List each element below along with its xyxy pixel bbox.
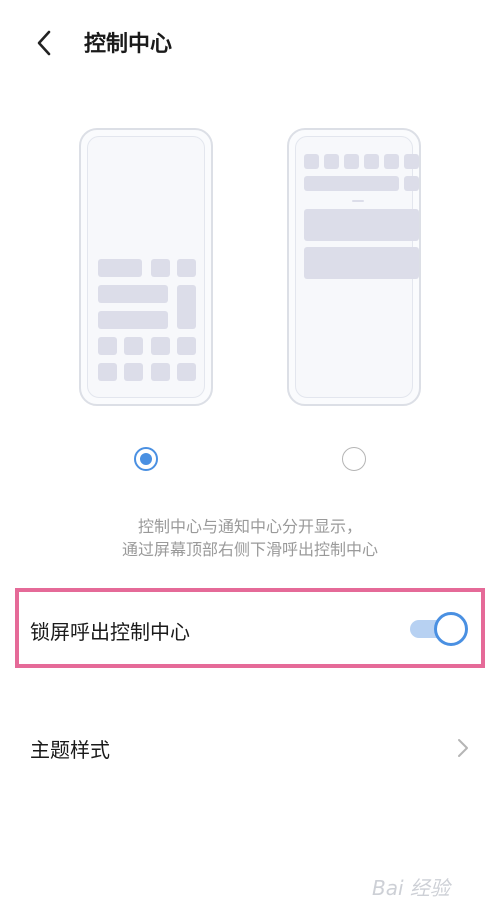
preview-tile <box>151 259 170 277</box>
preview-tile <box>98 259 142 277</box>
preview-tile <box>364 154 379 169</box>
preview-tile <box>98 311 168 329</box>
header-bar: 控制中心 <box>0 0 500 90</box>
chevron-right-icon[interactable] <box>456 736 470 760</box>
preview-tile <box>177 285 196 329</box>
preview-tile <box>98 363 117 381</box>
preview-tile <box>304 247 419 279</box>
toggle-knob <box>434 612 468 646</box>
layout-preview-combined[interactable] <box>79 128 213 406</box>
baidu-watermark: Bai 经验 <box>372 876 450 900</box>
theme-style-label[interactable]: 主题样式 <box>30 734 110 763</box>
preview-tile <box>384 154 399 169</box>
preview-tile <box>304 209 419 241</box>
radio-option-separate[interactable] <box>342 447 366 471</box>
description-line-1: 控制中心与通知中心分开显示， <box>137 517 362 536</box>
phone-screen <box>295 136 419 398</box>
preview-tile <box>404 154 419 169</box>
preview-tile <box>124 337 143 355</box>
layout-preview-separate[interactable] <box>287 128 421 406</box>
preview-tile <box>177 259 196 277</box>
preview-tile <box>151 363 170 381</box>
preview-tile <box>304 176 399 191</box>
preview-tile <box>304 154 319 169</box>
preview-tile <box>324 154 339 169</box>
preview-tile <box>98 285 168 303</box>
preview-tile <box>98 337 117 355</box>
preview-tile <box>404 176 419 191</box>
page-title: 控制中心 <box>84 32 173 57</box>
preview-tile <box>177 363 196 381</box>
preview-tile <box>344 154 359 169</box>
phone-screen <box>87 136 205 398</box>
drag-handle-indicator <box>352 200 364 202</box>
radio-option-combined[interactable] <box>134 447 158 471</box>
lockscreen-control-center-toggle[interactable] <box>410 612 468 646</box>
preview-tile <box>177 337 196 355</box>
description-line-2: 通过屏幕顶部右侧下滑呼出控制中心 <box>121 540 378 559</box>
preview-tile <box>124 363 143 381</box>
back-arrow-icon[interactable] <box>30 28 60 58</box>
preview-tile <box>151 337 170 355</box>
lockscreen-control-center-label: 锁屏呼出控制中心 <box>30 620 190 644</box>
